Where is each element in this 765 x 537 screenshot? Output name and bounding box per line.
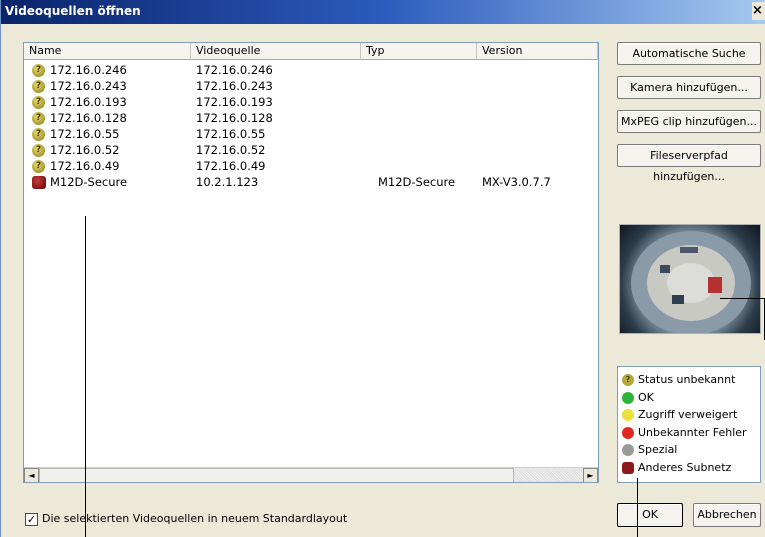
- list-item[interactable]: ? 172.16.0.193 172.16.0.193: [24, 95, 598, 110]
- close-icon[interactable]: ×: [752, 2, 765, 20]
- add-camera-button[interactable]: Kamera hinzufügen...: [617, 76, 761, 99]
- legend-item: OK: [622, 390, 760, 407]
- legend-label: Status unbekannt: [638, 373, 736, 386]
- column-header-videoquelle[interactable]: Videoquelle: [191, 43, 361, 60]
- column-header-version[interactable]: Version: [477, 43, 598, 60]
- annotation-line-legend: [637, 478, 638, 537]
- standard-layout-checkbox[interactable]: ✓: [25, 513, 38, 526]
- legend-item: ? Status unbekannt: [622, 372, 760, 389]
- list-header: Name Videoquelle Typ Version: [24, 43, 598, 60]
- column-header-typ[interactable]: Typ: [361, 43, 477, 60]
- ok-button[interactable]: OK: [617, 503, 683, 527]
- legend-dot-icon: [622, 444, 634, 456]
- list-item[interactable]: M12D-Secure 10.2.1.123 M12D-Secure MX-V3.0.…: [24, 175, 598, 190]
- cell-name: M12D-Secure: [50, 175, 128, 189]
- cell-source: 172.16.0.193: [196, 95, 273, 109]
- status-unknown-icon: ?: [32, 128, 45, 141]
- legend-item: Zugriff verweigert: [622, 407, 760, 424]
- legend-label: OK: [638, 390, 654, 404]
- other-subnet-icon: [32, 176, 46, 189]
- scroll-left-icon[interactable]: ◄: [24, 468, 39, 482]
- legend-label: Anderes Subnetz: [638, 460, 732, 474]
- horizontal-scrollbar[interactable]: ◄ ►: [24, 467, 598, 482]
- status-unknown-icon: ?: [32, 96, 45, 109]
- standard-layout-label: Die selektierten Videoquellen in neuem S…: [42, 512, 348, 525]
- legend-label: Unbekannter Fehler: [638, 425, 747, 439]
- legend-dot-icon: [622, 426, 634, 439]
- cell-name: 172.16.0.49: [50, 159, 120, 173]
- cell-name: 172.16.0.55: [50, 127, 120, 141]
- camera-preview-image: [619, 224, 761, 334]
- list-item[interactable]: ? 172.16.0.49 172.16.0.49: [24, 159, 598, 174]
- open-video-sources-dialog: Videoquellen öffnen × Name Videoquelle T…: [0, 0, 765, 537]
- status-unknown-icon: ?: [32, 112, 45, 125]
- list-item[interactable]: ? 172.16.0.128 172.16.0.128: [24, 111, 598, 126]
- status-unknown-icon: ?: [32, 160, 45, 173]
- dialog-title: Videoquellen öffnen: [5, 4, 141, 18]
- cell-source: 172.16.0.243: [196, 79, 273, 93]
- list-item[interactable]: ? 172.16.0.246 172.16.0.246: [24, 63, 598, 78]
- column-header-name[interactable]: Name: [24, 43, 191, 60]
- legend-dot-icon: [622, 409, 634, 421]
- cell-source: 172.16.0.128: [196, 111, 273, 125]
- cell-type: M12D-Secure: [378, 175, 456, 189]
- add-mxpeg-clip-button[interactable]: MxPEG clip hinzufügen...: [617, 110, 761, 133]
- title-bar: Videoquellen öffnen ×: [1, 0, 765, 24]
- cell-name: 172.16.0.193: [50, 95, 127, 109]
- cell-source: 10.2.1.123: [196, 175, 259, 189]
- legend-label: Spezial: [638, 443, 678, 456]
- cell-source: 172.16.0.246: [196, 63, 273, 77]
- legend-label: Zugriff verweigert: [638, 408, 738, 421]
- cell-version: MX-V3.0.7.7: [482, 175, 551, 189]
- cell-name: 172.16.0.243: [50, 79, 127, 93]
- list-item[interactable]: ? 172.16.0.55 172.16.0.55: [24, 127, 598, 142]
- legend-dot-icon: [622, 461, 634, 474]
- annotation-line-list: [85, 216, 86, 537]
- video-source-list[interactable]: Name Videoquelle Typ Version ? 172.16.0.2…: [23, 42, 599, 483]
- auto-search-button[interactable]: Automatische Suche: [617, 42, 761, 65]
- legend-item: Unbekannter Fehler: [622, 425, 760, 442]
- scroll-right-icon[interactable]: ►: [583, 468, 598, 482]
- cell-source: 172.16.0.55: [196, 127, 266, 141]
- status-unknown-icon: ?: [32, 64, 45, 77]
- status-unknown-icon: ?: [32, 80, 45, 93]
- cell-name: 172.16.0.128: [50, 111, 127, 125]
- status-unknown-icon: ?: [32, 144, 45, 157]
- legend-dot-icon: [622, 391, 634, 404]
- cell-name: 172.16.0.246: [50, 63, 127, 77]
- list-item[interactable]: ? 172.16.0.243 172.16.0.243: [24, 79, 598, 94]
- cell-source: 172.16.0.52: [196, 143, 266, 157]
- status-legend: ? Status unbekannt OK Zugriff verweigert Unb…: [617, 366, 761, 483]
- list-item[interactable]: ? 172.16.0.52 172.16.0.52: [24, 143, 598, 158]
- legend-dot-icon: ?: [622, 374, 634, 386]
- scroll-thumb[interactable]: [39, 468, 514, 482]
- cell-source: 172.16.0.49: [196, 159, 266, 173]
- cell-name: 172.16.0.52: [50, 143, 120, 157]
- add-fileserver-path-button[interactable]: Fileserverpfad hinzufügen...: [617, 144, 761, 183]
- fisheye-image: [631, 231, 751, 333]
- cancel-button[interactable]: Abbrechen: [693, 503, 761, 527]
- annotation-line-preview: [720, 298, 764, 299]
- legend-item: Anderes Subnetz: [622, 460, 760, 477]
- legend-item: Spezial: [622, 442, 760, 459]
